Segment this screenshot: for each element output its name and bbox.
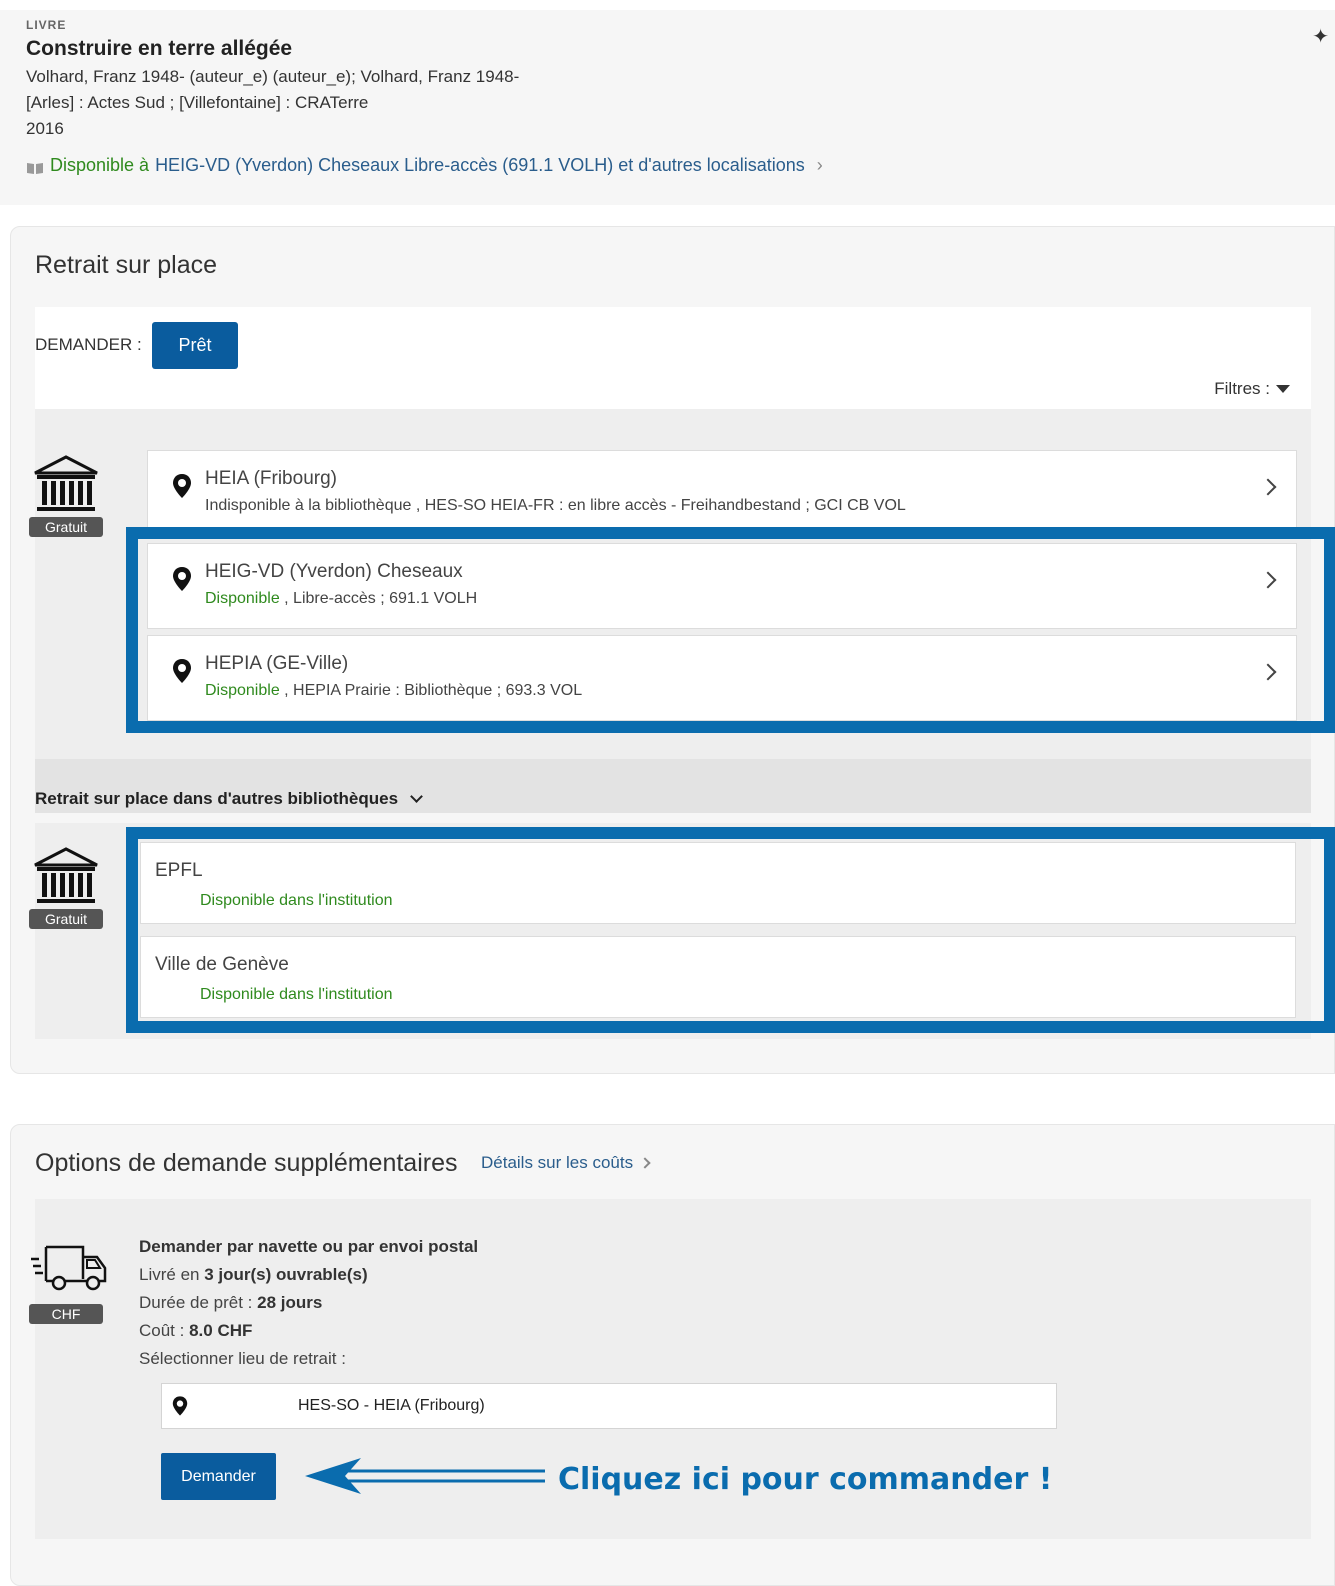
chevron-right-icon: › xyxy=(816,155,823,175)
option-title: Demander par navette ou par envoi postal xyxy=(139,1237,479,1256)
cost-details-link[interactable]: Détails sur les coûts xyxy=(481,1153,651,1173)
record-year: 2016 xyxy=(26,119,64,138)
free-badge: Gratuit xyxy=(29,909,103,929)
filters-toggle[interactable]: Filtres : xyxy=(1214,379,1290,399)
map-pin-icon xyxy=(173,474,191,498)
institution-badge: Gratuit xyxy=(29,455,103,537)
delivery-time: 3 jour(s) ouvrable(s) xyxy=(204,1265,368,1284)
map-pin-icon xyxy=(172,1396,188,1416)
location-detail: Indisponible à la bibliothèque , HES-SO … xyxy=(205,497,906,514)
chevron-down-icon xyxy=(410,789,423,803)
availability-location: HEIG-VD (Yverdon) Cheseaux Libre-accès (… xyxy=(155,155,805,175)
filters-label: Filtres : xyxy=(1214,379,1270,398)
museum-icon xyxy=(34,847,98,903)
chevron-right-icon xyxy=(639,1157,651,1169)
museum-icon xyxy=(34,455,98,511)
record-summary: LIVRE Construire en terre allégée Volhar… xyxy=(0,10,1335,205)
record-publisher: [Arles] : Actes Sud ; [Villefontaine] : … xyxy=(26,93,369,112)
record-title[interactable]: Construire en terre allégée xyxy=(26,37,1309,61)
location-name: HEIA (Fribourg) xyxy=(205,468,337,489)
caret-down-icon xyxy=(1276,385,1290,393)
availability-link[interactable]: Disponible à HEIG-VD (Yverdon) Cheseaux … xyxy=(26,155,1309,176)
more-options-title: Options de demande supplémentaires xyxy=(35,1149,458,1177)
option-details: Demander par navette ou par envoi postal… xyxy=(139,1233,478,1373)
other-libraries-label: Retrait sur place dans d'autres biblioth… xyxy=(35,789,399,808)
chf-badge: CHF xyxy=(29,1304,103,1324)
cost-value: 8.0 CHF xyxy=(189,1321,253,1340)
arrow-left-icon xyxy=(305,1458,545,1494)
order-callout: Cliquez ici pour commander ! xyxy=(558,1462,1053,1497)
truck-icon xyxy=(31,1245,107,1291)
pickup-location-value: HES-SO - HEIA (Fribourg) xyxy=(298,1397,485,1414)
cost-details-label: Détails sur les coûts xyxy=(481,1153,634,1172)
pickup-panel: Retrait sur place DEMANDER : Prêt Filtre… xyxy=(10,226,1335,1074)
pin-icon[interactable]: ✦ xyxy=(1312,24,1329,49)
highlight-box xyxy=(126,527,1335,733)
request-button[interactable]: Demander xyxy=(161,1453,276,1500)
book-icon xyxy=(26,159,44,174)
free-badge: Gratuit xyxy=(29,517,103,537)
location-item[interactable]: HEIA (Fribourg) Indisponible à la biblio… xyxy=(147,450,1297,538)
record-type: LIVRE xyxy=(26,18,67,32)
pickup-location-select[interactable]: HES-SO - HEIA (Fribourg) xyxy=(161,1383,1057,1429)
other-libraries-toggle[interactable]: Retrait sur place dans d'autres biblioth… xyxy=(35,759,1311,813)
chevron-right-icon xyxy=(1259,478,1277,496)
delivery-badge: CHF xyxy=(29,1243,107,1324)
request-label: DEMANDER : xyxy=(35,335,142,354)
select-location-label: Sélectionner lieu de retrait : xyxy=(139,1349,346,1368)
institution-badge: Gratuit xyxy=(29,847,103,929)
record-authors: Volhard, Franz 1948- (auteur_e) (auteur_… xyxy=(26,67,520,86)
availability-status: Disponible à xyxy=(50,155,150,175)
pickup-title: Retrait sur place xyxy=(35,251,218,279)
highlight-box xyxy=(126,827,1335,1033)
loan-period: 28 jours xyxy=(257,1293,323,1312)
loan-button[interactable]: Prêt xyxy=(152,322,238,369)
more-options-panel: Options de demande supplémentaires Détai… xyxy=(10,1124,1335,1586)
